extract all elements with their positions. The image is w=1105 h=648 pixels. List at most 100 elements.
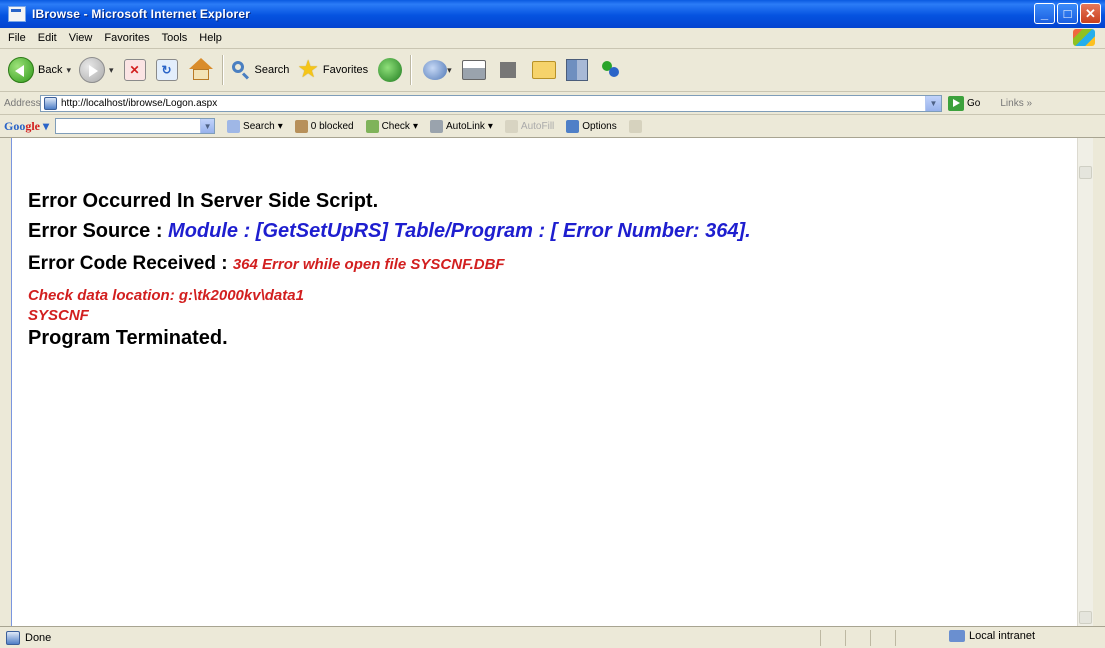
address-dropdown-icon[interactable]: ▼ — [925, 95, 941, 111]
status-panel — [820, 630, 843, 646]
window-title: IBrowse - Microsoft Internet Explorer — [32, 7, 251, 21]
error-source-value: Module : [GetSetUpRS] Table/Program : [ … — [168, 220, 751, 242]
forward-button[interactable]: ▾ — [79, 57, 114, 83]
menu-bar: File Edit View Favorites Tools Help — [0, 28, 1105, 49]
error-heading: Error Occurred In Server Side Script. — [28, 190, 379, 212]
home-icon[interactable] — [188, 58, 214, 82]
google-search-button[interactable]: Search ▾ — [227, 119, 283, 133]
print-icon[interactable] — [461, 60, 486, 80]
check-label: Check — [381, 120, 410, 132]
local-intranet-icon — [948, 630, 965, 642]
error-code: Error Code Received : 364 Error while op… — [28, 253, 505, 275]
spellcheck-button[interactable]: Check ▾ — [365, 119, 418, 133]
blocked-label: 0 blocked — [310, 120, 354, 132]
folder-icon[interactable] — [531, 61, 556, 79]
back-dropdown-icon[interactable]: ▾ — [66, 65, 71, 76]
favorites-label: Favorites — [322, 64, 369, 76]
google-logo[interactable]: Google ▾ — [4, 119, 49, 134]
scroll-down-icon[interactable] — [1079, 611, 1092, 624]
google-search-chevron-icon: ▾ — [277, 120, 283, 132]
error-code-label: Error Code Received : — [28, 253, 233, 274]
back-button[interactable]: Back ▾ — [8, 57, 71, 83]
address-input[interactable]: http://localhost/ibrowse/Logon.aspx ▼ — [40, 94, 942, 112]
search-button[interactable]: Search — [231, 60, 290, 80]
menu-help[interactable]: Help — [193, 32, 228, 44]
maximize-button[interactable]: □ — [1057, 3, 1078, 24]
options-icon — [566, 119, 580, 133]
file-name-message: SYSCNF — [28, 307, 89, 324]
scroll-up-icon[interactable] — [1079, 166, 1092, 179]
links-label: Links — [1000, 97, 1024, 109]
security-zone[interactable]: Local intranet — [948, 630, 1035, 642]
google-search-label: Search — [243, 120, 275, 132]
media-icon[interactable] — [378, 58, 403, 82]
google-search-input[interactable]: ▼ — [55, 118, 216, 134]
autolink-chevron-icon: ▾ — [487, 120, 493, 132]
google-logo-part-1: Goo — [4, 118, 26, 133]
mail-icon[interactable] — [423, 60, 448, 80]
google-logo-part-2: gle — [25, 118, 41, 133]
autolink-label: AutoLink — [445, 120, 485, 132]
vertical-scrollbar[interactable] — [1077, 138, 1093, 626]
stop-icon[interactable]: ✕ — [123, 59, 146, 81]
favorites-button[interactable]: ★ Favorites — [297, 58, 368, 82]
mail-dropdown-icon[interactable]: ▾ — [447, 65, 452, 76]
forward-dropdown-icon[interactable]: ▾ — [109, 65, 114, 76]
page-content: Error Occurred In Server Side Script. Er… — [11, 138, 1093, 626]
popup-blocker-button[interactable]: 0 blocked — [294, 119, 354, 133]
go-arrow-icon — [948, 95, 964, 111]
browser-window: IBrowse - Microsoft Internet Explorer _ … — [0, 0, 1105, 648]
autofill-icon — [504, 119, 518, 133]
error-source-label: Error Source : — [28, 220, 169, 242]
check-chevron-icon: ▾ — [412, 120, 418, 132]
status-bar: Done Local intranet — [0, 626, 1105, 648]
status-panels — [820, 630, 918, 646]
zone-label: Local intranet — [968, 630, 1035, 642]
menu-file[interactable]: File — [0, 32, 32, 44]
back-icon — [8, 57, 34, 83]
data-location-message: Check data location: g:\tk2000kv\data1 — [28, 287, 304, 304]
menu-edit[interactable]: Edit — [32, 32, 63, 44]
address-bar: Address http://localhost/ibrowse/Logon.a… — [0, 92, 1105, 115]
google-search-icon — [227, 119, 241, 133]
links-chevron-icon: » — [1026, 97, 1033, 109]
autofill-button[interactable]: AutoFill — [504, 119, 554, 133]
error-source: Error Source : Module : [GetSetUpRS] Tab… — [28, 220, 751, 243]
search-icon — [231, 60, 251, 80]
status-text: Done — [25, 632, 52, 644]
back-label: Back — [38, 64, 63, 76]
app-icon — [8, 6, 26, 22]
edit-icon[interactable] — [499, 62, 516, 78]
refresh-icon[interactable]: ↻ — [155, 59, 178, 81]
minimize-button[interactable]: _ — [1034, 3, 1055, 24]
status-panel — [895, 630, 918, 646]
options-button[interactable]: Options — [566, 119, 617, 133]
status-panel — [845, 630, 868, 646]
autolink-button[interactable]: AutoLink ▾ — [429, 119, 493, 133]
go-button[interactable]: Go — [948, 95, 981, 111]
menu-tools[interactable]: Tools — [156, 32, 194, 44]
toolbar-separator — [410, 55, 412, 85]
standard-toolbar: Back ▾ ▾ ✕ ↻ Search ★ Favorites ▾ — [0, 49, 1105, 92]
search-label: Search — [254, 64, 290, 76]
menu-view[interactable]: View — [63, 32, 99, 44]
options-label: Options — [582, 120, 617, 132]
go-label: Go — [967, 97, 981, 109]
google-search-dropdown-icon[interactable]: ▼ — [200, 119, 215, 133]
window-controls: _ □ ✕ — [1034, 3, 1101, 24]
status-panel — [870, 630, 893, 646]
highlight-button[interactable] — [628, 119, 642, 133]
address-url[interactable]: http://localhost/ibrowse/Logon.aspx — [61, 98, 217, 109]
favorites-star-icon: ★ — [297, 56, 319, 83]
title-bar: IBrowse - Microsoft Internet Explorer _ … — [0, 0, 1105, 28]
research-icon[interactable] — [565, 59, 588, 81]
toolbar-separator — [221, 55, 223, 85]
autolink-icon — [429, 119, 443, 133]
links-button[interactable]: Links » — [1000, 98, 1032, 109]
menu-favorites[interactable]: Favorites — [98, 32, 155, 44]
close-button[interactable]: ✕ — [1080, 3, 1101, 24]
messenger-icon[interactable] — [600, 59, 622, 81]
spellcheck-icon — [365, 119, 379, 133]
popup-blocker-icon — [294, 119, 308, 133]
page-icon — [44, 96, 57, 110]
